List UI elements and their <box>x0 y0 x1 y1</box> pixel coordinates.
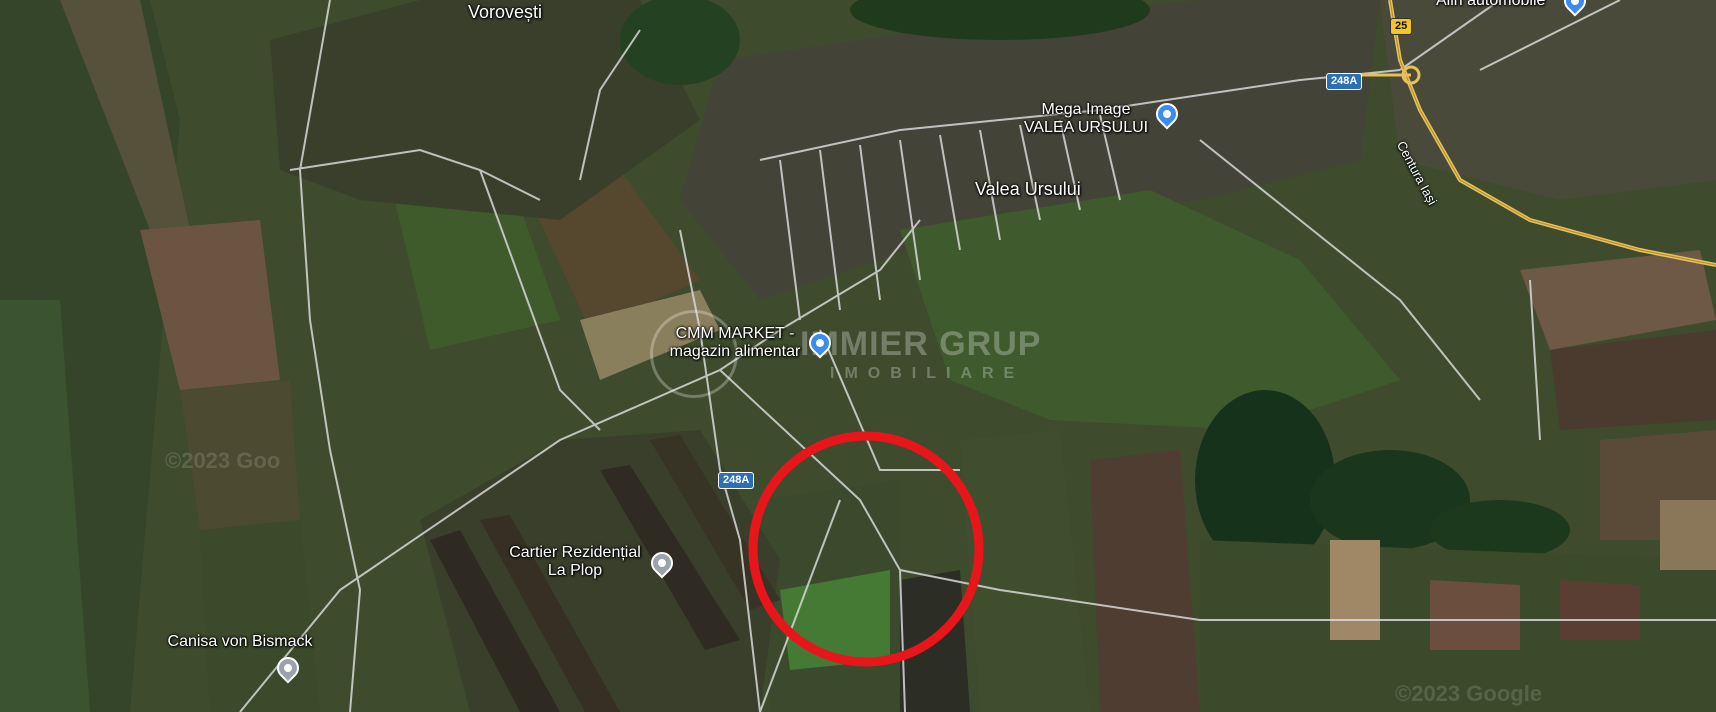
map-view[interactable]: IMMIER GRUP IMOBILIARE ©2023 Goo ©2023 G… <box>0 0 1716 712</box>
pin-dot <box>656 557 668 569</box>
place-label-valea-ursului[interactable]: Valea Ursului <box>975 180 1081 198</box>
google-watermark-left: ©2023 Goo <box>165 448 281 473</box>
poi-mega-image-label[interactable]: Mega Image VALEA URSULUI <box>1016 101 1156 137</box>
field <box>1330 540 1380 640</box>
google-watermark-right: ©2023 Google <box>1395 681 1543 706</box>
pin-dot <box>814 337 826 349</box>
field <box>200 520 320 712</box>
poi-cartier-name: Cartier Rezidențial <box>509 544 641 561</box>
poi-mega-image-name: Mega Image <box>1041 101 1131 118</box>
field <box>1430 580 1520 650</box>
place-label-vorovesti[interactable]: Vorovești <box>468 3 542 21</box>
road-shield-25: 25 <box>1390 18 1413 35</box>
pin-dot <box>1569 0 1581 7</box>
watermark-sub: IMOBILIARE <box>830 365 1025 382</box>
poi-canisa-label[interactable]: Canisa von Bismack <box>150 633 330 651</box>
road-shield-248a-mid: 248A <box>718 472 755 489</box>
poi-cmm-market-label[interactable]: CMM MARKET - magazin alimentar <box>655 325 815 361</box>
field <box>1560 580 1640 640</box>
poi-cmm-market-name: CMM MARKET - <box>675 325 795 342</box>
pin-dot <box>1161 108 1173 120</box>
field <box>1660 500 1716 570</box>
watermark-main: IMMIER GRUP <box>800 325 1042 363</box>
poi-mega-image-sub: VALEA URSULUI <box>1023 119 1149 136</box>
road-shield-248a-top: 248A <box>1326 73 1363 90</box>
poi-cmm-market-sub: magazin alimentar <box>669 343 801 360</box>
poi-cartier-sub: La Plop <box>547 562 603 579</box>
poi-cartier-label[interactable]: Cartier Rezidențial La Plop <box>495 544 655 580</box>
pin-dot <box>282 662 294 674</box>
poi-alin-label[interactable]: Alin automobile <box>1436 0 1545 10</box>
